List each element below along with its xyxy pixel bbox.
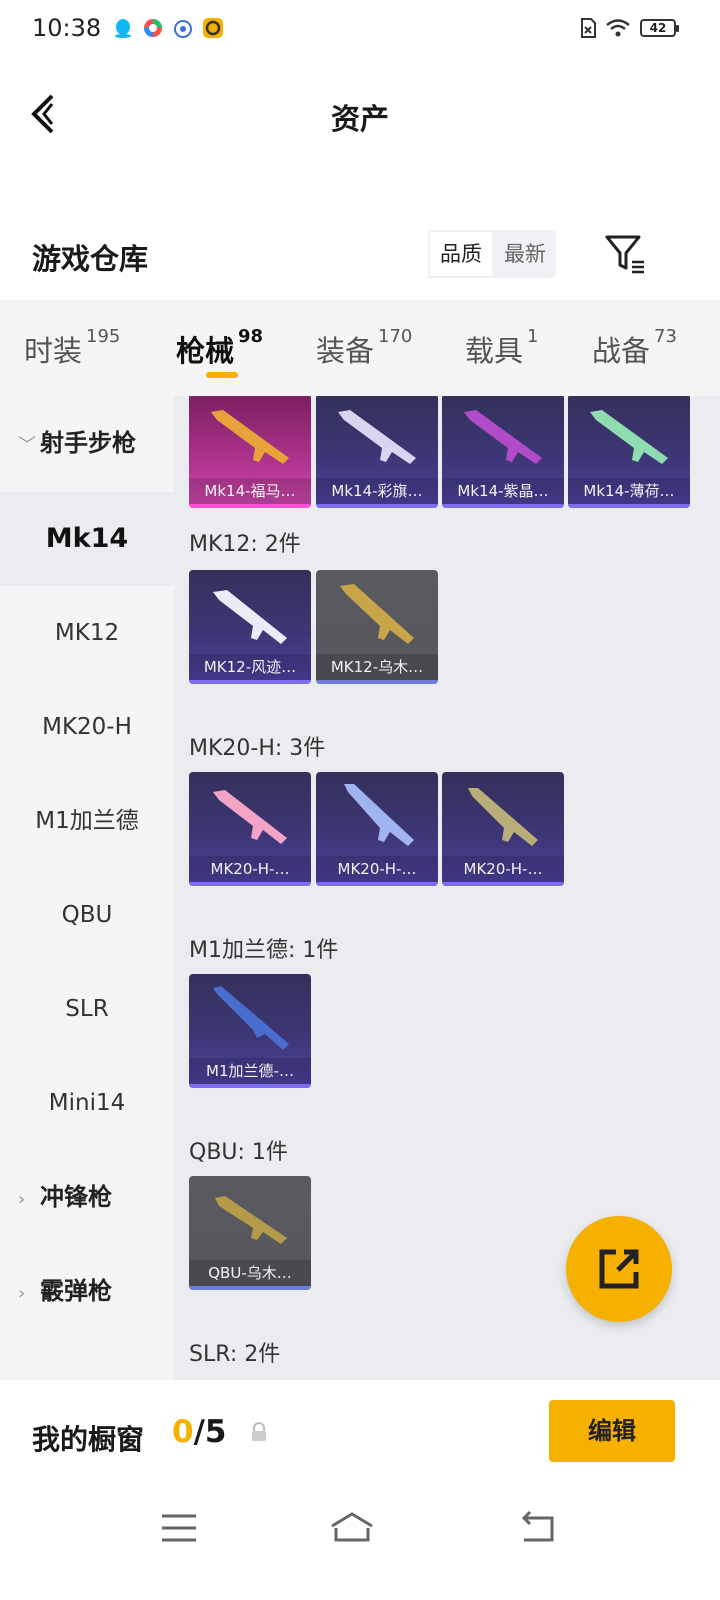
status-bar: 10:38 42 [0,0,720,60]
rifle-icon [338,410,416,464]
weapon-card-label: MK20-H-… [316,856,438,882]
weapon-card[interactable]: M1加兰德-… [189,974,311,1088]
sort-quality-button[interactable]: 品质 [428,230,494,278]
chevron-right-icon: › [18,1283,26,1304]
home-button[interactable] [328,1508,376,1548]
group-label-m1: M1加兰德: 1件 [189,938,339,963]
sidebar-item-m1[interactable]: M1加兰德 [0,774,174,868]
browser-icon [142,17,164,39]
nav-bar: 资产 [0,60,720,170]
filter-icon [605,235,644,274]
lock-icon [252,1422,266,1441]
menu-button[interactable] [156,1508,204,1548]
weapon-card-label: QBU-乌木… [189,1260,311,1286]
weapon-card-label: MK12-乌木… [316,654,438,680]
weapon-card-label: MK12-风迹… [189,654,311,680]
sidebar-item-mk20h[interactable]: MK20-H [0,680,174,774]
filter-button[interactable] [604,232,648,276]
weapon-card-label: Mk14-彩旗… [316,478,438,504]
notification-icons [112,17,224,39]
tab-vehicles[interactable]: 载具 1 [465,326,538,370]
category-tabs: 时装 195 枪械 98 装备 170 载具 1 战备 73 [0,300,720,396]
share-icon [599,1249,639,1289]
rifle-icon [213,790,287,844]
group-label-qbu: QBU: 1件 [189,1140,288,1165]
sidebar-item-mini14[interactable]: Mini14 [0,1056,174,1150]
sidebar-item-slr[interactable]: SLR [0,962,174,1056]
rifle-icon [211,410,289,464]
sort-toggle: 品质 最新 [428,230,556,278]
warehouse-title: 游戏仓库 [32,242,149,276]
rifle-icon [344,784,414,846]
page-title: 资产 [330,102,389,136]
tab-supplies[interactable]: 战备 73 [592,326,677,370]
sidebar-group-smg[interactable]: › 冲锋枪 [0,1150,174,1244]
rifle-icon [464,410,542,464]
sidebar-group-shotgun[interactable]: › 霰弹枪 [0,1244,174,1338]
weapon-card-label: Mk14-薄荷… [568,478,690,504]
system-icons: 42 [580,18,679,38]
share-button[interactable] [566,1216,672,1322]
weapon-card[interactable]: MK20-H-… [189,772,311,886]
rifle-icon [215,1196,287,1244]
group-label-slr: SLR: 2件 [189,1342,281,1367]
showcase-count: 0/5 [172,1414,227,1450]
weapon-card[interactable]: MK20-H-… [442,772,564,886]
home-icon [331,1512,373,1542]
system-nav-bar [0,1490,720,1600]
sim-icon [581,18,596,38]
weapon-card[interactable]: MK12-风迹… [189,570,311,684]
group-label-mk12: MK12: 2件 [189,532,301,557]
weapon-card[interactable]: QBU-乌木… [189,1176,311,1290]
tab-costume[interactable]: 时装 195 [24,326,120,370]
wifi-icon [606,19,630,37]
app-icon [172,17,194,39]
tab-equipment[interactable]: 装备 170 [316,326,412,370]
rifle-icon [213,986,289,1050]
sidebar-item-mk12[interactable]: MK12 [0,586,174,680]
active-tab-indicator [206,372,238,378]
weapon-card-label: M1加兰德-… [189,1058,311,1084]
sidebar-group-marksman[interactable]: ﹀ 射手步枪 [0,396,174,490]
rifle-icon [590,410,668,464]
sort-newest-button[interactable]: 最新 [494,230,556,278]
menu-icon [162,1514,196,1542]
weapon-card[interactable]: MK12-乌木… [316,570,438,684]
showcase-label: 我的橱窗 [32,1423,145,1456]
sidebar-item-mk14[interactable]: Mk14 [0,492,174,586]
chevron-down-icon: ﹀ [18,435,36,456]
battery-icon: 42 [640,19,679,37]
weapon-type-sidebar: ﹀ 射手步枪 Mk14 MK12 MK20-H M1加兰德 QBU SLR Min… [0,396,174,1380]
back-nav-button[interactable] [514,1508,562,1548]
weapon-card-label: Mk14-紫晶… [442,478,564,504]
weapon-card-label: Mk14-福马… [189,478,311,504]
return-icon [521,1510,554,1542]
weapon-card[interactable]: MK20-H-… [316,772,438,886]
rifle-icon [340,584,414,644]
weapon-card[interactable]: Mk14-紫晶… [442,396,564,508]
qq-icon [112,17,134,39]
tab-weapons[interactable]: 枪械 98 [176,326,263,370]
asset-page: 10:38 42 资产 游戏仓库 品质 最新 时装 195 枪械 98 装备 1… [0,0,720,1600]
weapon-card[interactable]: Mk14-福马… [189,396,311,508]
chevron-right-icon: › [18,1189,26,1210]
group-label-mk20h: MK20-H: 3件 [189,736,326,761]
weapon-card[interactable]: Mk14-薄荷… [568,396,690,508]
weapon-card-label: MK20-H-… [442,856,564,882]
showcase-bar: 我的橱窗 0/5 编辑 [0,1380,720,1490]
rifle-icon [213,590,287,644]
weapon-card[interactable]: Mk14-彩旗… [316,396,438,508]
weapon-card-label: MK20-H-… [189,856,311,882]
sidebar-item-qbu[interactable]: QBU [0,868,174,962]
rifle-icon [468,788,538,846]
edit-button[interactable]: 编辑 [549,1400,675,1462]
game-icon [202,17,224,39]
status-time: 10:38 [32,14,102,42]
